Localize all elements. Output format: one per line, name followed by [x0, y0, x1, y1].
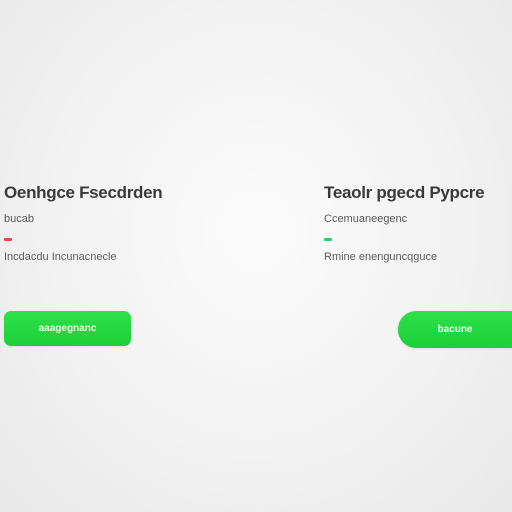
plan-action-button-left[interactable]: aaagegnanc	[4, 311, 131, 346]
plan-title: Oenhgce Fsecdrden	[4, 183, 163, 202]
plan-description: Incdacdu Incunacnecle	[4, 251, 117, 263]
plan-subtitle: Ccemuaneegenc	[324, 213, 408, 225]
status-indicator	[324, 238, 332, 241]
plan-title: Teaolr pgecd Pypcre	[324, 183, 485, 202]
plan-card-left: Oenhgce Fsecdrden bucab Incdacdu Incunac…	[4, 182, 204, 264]
plan-action-button-right[interactable]: bacune	[398, 311, 512, 348]
plan-card-right: Teaolr pgecd Pypcre Ccemuaneegenc Rmine …	[324, 182, 512, 264]
status-indicator	[4, 238, 12, 241]
plan-subtitle: bucab	[4, 213, 34, 225]
plan-description: Rmine enenguncqguce	[324, 251, 438, 263]
